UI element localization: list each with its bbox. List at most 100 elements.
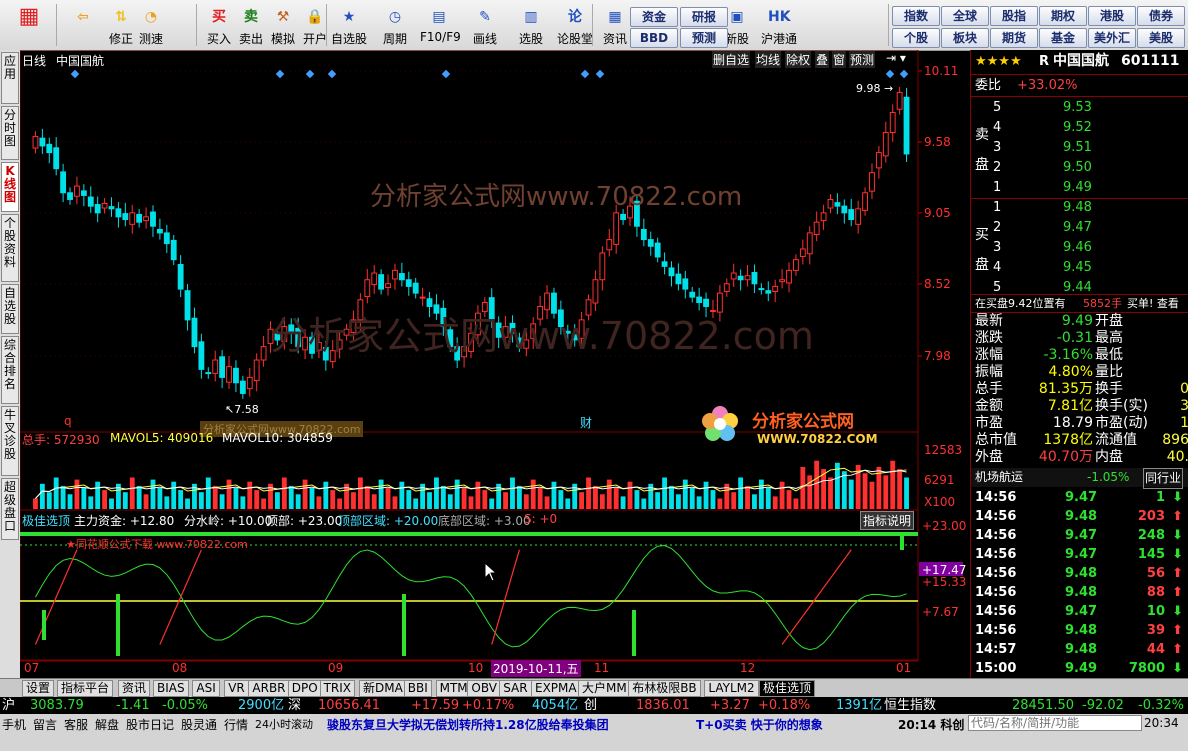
indicator-tab[interactable]: LAYLM2 [704, 680, 759, 697]
volume-bar[interactable] [309, 488, 315, 509]
candle-body[interactable] [813, 221, 820, 236]
volume-bar[interactable] [95, 481, 101, 509]
left-tab[interactable]: 自选股 [1, 284, 19, 334]
candle-body[interactable] [855, 208, 862, 225]
volume-bar[interactable] [122, 492, 128, 509]
sell-level-row[interactable]: 2 9.50 [971, 158, 1188, 177]
candle-body[interactable] [869, 172, 875, 192]
volume-bar[interactable] [579, 492, 585, 509]
toolbar-star-button[interactable]: ★ 自选股 [330, 4, 368, 48]
volume-bar[interactable] [752, 494, 757, 509]
event-diamond-icon[interactable] [275, 69, 285, 79]
volume-bar[interactable] [219, 494, 225, 509]
candle-body[interactable] [620, 213, 627, 221]
candle-body[interactable] [163, 232, 170, 245]
candle-body[interactable] [661, 261, 668, 267]
volume-bar[interactable] [738, 477, 744, 510]
volume-bar[interactable] [385, 488, 391, 509]
candle-body[interactable] [39, 137, 46, 147]
volume-bar[interactable] [641, 498, 647, 510]
volume-bar[interactable] [779, 481, 785, 509]
candle-body[interactable] [412, 282, 419, 294]
volume-bar[interactable] [157, 488, 163, 509]
volume-bar[interactable] [109, 498, 114, 510]
indicator-tab[interactable]: TRIX [319, 680, 356, 697]
volume-bar[interactable] [510, 477, 515, 510]
candle-body[interactable] [101, 202, 108, 209]
left-tab[interactable]: 牛叉诊股 [1, 406, 19, 476]
volume-bar[interactable] [807, 475, 813, 509]
candle-body[interactable] [246, 376, 253, 390]
indicator-tab[interactable]: OBV [467, 680, 501, 697]
market-button[interactable]: 股指 [990, 6, 1038, 26]
candle-body[interactable] [143, 216, 149, 222]
event-diamond-icon[interactable] [70, 69, 80, 79]
volume-bar[interactable] [295, 494, 301, 509]
market-button[interactable]: 债券 [1137, 6, 1185, 26]
buy-level-row[interactable]: 4 9.45 [971, 258, 1188, 277]
volume-bar[interactable] [606, 479, 612, 509]
candle-body[interactable] [875, 152, 882, 169]
volume-bar[interactable] [164, 496, 170, 509]
status-item[interactable]: 24小时滚动 [255, 716, 313, 732]
candle-body[interactable] [67, 192, 73, 200]
toolbar-speed-button[interactable]: ◔ 测速 [132, 4, 170, 48]
candle-body[interactable] [606, 239, 613, 251]
volume-bar[interactable] [74, 479, 80, 509]
volume-bar[interactable] [731, 492, 737, 509]
candle-body[interactable] [136, 213, 143, 223]
chart-top-button[interactable]: 预测 [849, 51, 876, 68]
volume-bar[interactable] [883, 475, 889, 509]
candle-body[interactable] [765, 290, 772, 294]
volume-bar[interactable] [447, 494, 453, 509]
candle-body[interactable] [260, 346, 267, 361]
volume-bar[interactable] [53, 477, 59, 510]
market-button[interactable]: 全球 [941, 6, 989, 26]
left-tab[interactable]: K线图 [1, 162, 19, 212]
volume-bar[interactable] [703, 481, 709, 509]
candle-body[interactable] [848, 209, 855, 221]
volume-bar[interactable] [537, 488, 543, 509]
volume-bar[interactable] [33, 498, 38, 510]
left-tab[interactable]: 个股资料 [1, 214, 19, 282]
volume-bar[interactable] [544, 496, 550, 509]
volume-bar[interactable] [136, 485, 142, 509]
candle-body[interactable] [834, 202, 841, 207]
status-item[interactable]: 留言 [33, 716, 57, 733]
volume-bar[interactable] [516, 485, 522, 509]
toolbar-small-button[interactable]: 研报 [680, 7, 728, 27]
status-item[interactable]: 股灵通 [181, 716, 217, 733]
candle-body[interactable] [74, 185, 80, 197]
candle-body[interactable] [737, 275, 744, 281]
volume-bar[interactable] [793, 498, 799, 510]
candle-body[interactable] [654, 242, 661, 258]
volume-bar[interactable] [281, 477, 287, 510]
indicator-tab[interactable]: VR [224, 680, 249, 697]
candle-body[interactable] [419, 296, 426, 299]
indicator-tab[interactable]: 大户MM [578, 680, 631, 697]
sell-level-row[interactable]: 5 9.53 [971, 98, 1188, 117]
toolbar-forum-button[interactable]: 论论股堂 [556, 4, 594, 48]
indicator-tab[interactable]: ASI [192, 680, 220, 697]
volume-bar[interactable] [434, 477, 439, 510]
candle-body[interactable] [60, 171, 67, 194]
chart-top-button[interactable]: 窗 [832, 51, 847, 68]
volume-bar[interactable] [233, 488, 239, 509]
candle-body[interactable] [115, 208, 122, 218]
volume-bar[interactable] [828, 477, 833, 510]
candle-body[interactable] [751, 272, 758, 285]
volume-bar[interactable] [786, 490, 792, 509]
candle-body[interactable] [689, 291, 696, 298]
candle-body[interactable] [827, 198, 834, 209]
volume-bar[interactable] [143, 494, 149, 509]
volume-bar[interactable] [482, 490, 488, 509]
event-diamond-icon[interactable] [327, 69, 337, 79]
volume-bar[interactable] [897, 469, 903, 509]
candle-body[interactable] [841, 205, 848, 214]
candle-body[interactable] [108, 206, 115, 210]
left-tab[interactable]: 超级盘口 [1, 478, 19, 540]
toolbar-clock-button[interactable]: ◷ 周期 [376, 4, 414, 48]
volume-bar[interactable] [178, 490, 184, 509]
candle-body[interactable] [820, 212, 827, 222]
market-button[interactable]: 期货 [990, 28, 1038, 48]
